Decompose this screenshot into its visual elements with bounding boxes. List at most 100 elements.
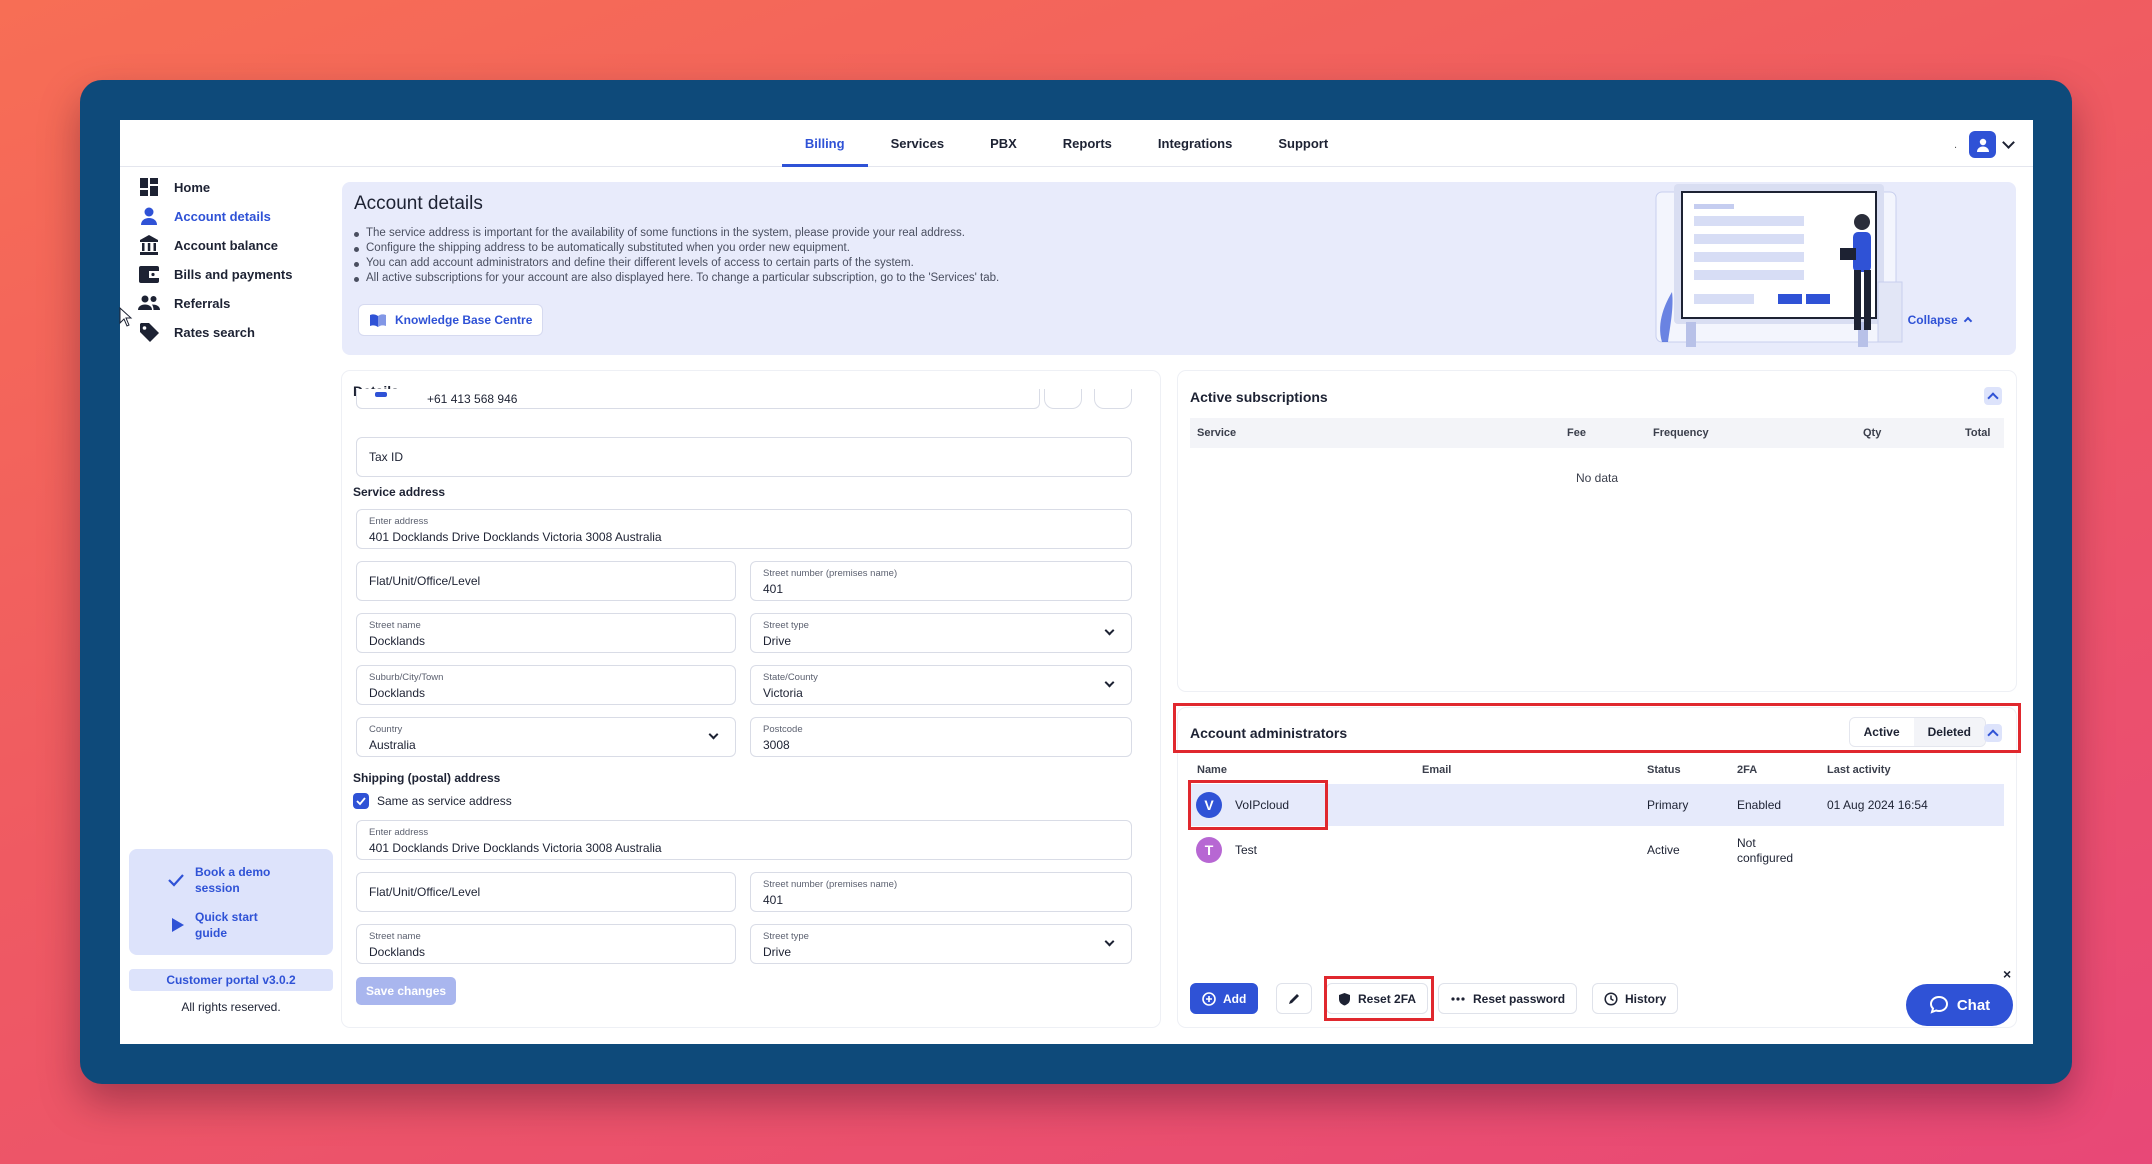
column-header: Qty <box>1863 427 1882 439</box>
column-header: Email <box>1422 764 1452 776</box>
field-label: Street name <box>369 620 421 631</box>
field-value: 3008 <box>763 738 790 752</box>
service-street-number-input[interactable]: Street number (premises name) 401 <box>750 561 1132 601</box>
phone-action-button[interactable] <box>1044 389 1082 409</box>
checkbox-checked-icon <box>353 793 369 809</box>
tab-support[interactable]: Support <box>1255 120 1351 166</box>
tab-services[interactable]: Services <box>868 120 968 166</box>
admin-status: Primary <box>1647 798 1689 812</box>
reset-2fa-button[interactable]: Reset 2FA <box>1326 983 1429 1014</box>
user-avatar-icon[interactable] <box>1969 131 1996 158</box>
user-menu[interactable]: . <box>1954 131 2015 158</box>
admin-2fa: Enabled <box>1737 798 1782 812</box>
subscriptions-card: Active subscriptions Service Fee Frequen… <box>1178 371 2016 691</box>
banner-illustration <box>1655 184 1903 347</box>
field-value: 401 <box>763 893 784 907</box>
field-value: Docklands <box>369 634 426 648</box>
tab-reports[interactable]: Reports <box>1040 120 1135 166</box>
sidebar-item-referrals[interactable]: Referrals <box>138 290 230 316</box>
admin-filter-toggle: Active Deleted <box>1848 717 1986 747</box>
subscriptions-title: Active subscriptions <box>1190 389 1328 405</box>
phone-field[interactable]: +61 413 568 946 <box>356 389 1040 409</box>
subscriptions-collapse-button[interactable] <box>1984 387 2002 405</box>
sidebar-item-account-details[interactable]: Account details <box>138 203 271 229</box>
quick-start-line-2: guide <box>195 926 227 940</box>
wallet-icon <box>139 266 159 283</box>
banner-collapse-button[interactable]: Collapse <box>1908 313 1973 327</box>
chevron-down-icon <box>1104 625 1115 636</box>
service-flat-input[interactable]: Flat/Unit/Office/Level <box>356 561 736 601</box>
service-country-select[interactable]: Country Australia <box>356 717 736 757</box>
service-postcode-input[interactable]: Postcode 3008 <box>750 717 1132 757</box>
main-tabs: Billing Services PBX Reports Integration… <box>781 120 1351 167</box>
chat-label: Chat <box>1956 996 1991 1014</box>
field-value: 401 Docklands Drive Docklands Victoria 3… <box>369 530 662 544</box>
field-value: Drive <box>763 945 792 959</box>
quick-start-guide-button[interactable]: Quick start guide <box>129 895 333 955</box>
add-admin-button[interactable]: Add <box>1190 983 1259 1014</box>
column-header: Name <box>1197 764 1227 776</box>
field-label: Street type <box>763 931 809 942</box>
tab-billing[interactable]: Billing <box>781 120 868 167</box>
field-label: Street type <box>763 620 809 631</box>
bank-icon <box>140 235 158 255</box>
column-header: Frequency <box>1653 427 1709 439</box>
chevron-down-icon[interactable] <box>2002 136 2015 149</box>
service-street-type-select[interactable]: Street type Drive <box>750 613 1132 653</box>
field-value: Drive <box>763 634 792 648</box>
same-as-service-checkbox[interactable]: Same as service address <box>353 793 512 809</box>
service-suburb-input[interactable]: Suburb/City/Town Docklands <box>356 665 736 705</box>
table-row[interactable]: V VoIPcloud Primary Enabled 01 Aug 2024 … <box>1190 784 2004 826</box>
reset-password-button[interactable]: Reset password <box>1438 983 1578 1014</box>
phone-value: +61 413 568 946 <box>427 392 518 406</box>
service-state-select[interactable]: State/County Victoria <box>750 665 1132 705</box>
tax-id-input[interactable]: Tax ID <box>356 437 1132 477</box>
top-nav: Billing Services PBX Reports Integration… <box>120 120 2033 167</box>
sidebar-item-label: Account balance <box>174 237 279 253</box>
filter-deleted-button[interactable]: Deleted <box>1913 718 1985 746</box>
field-value: Australia <box>369 738 416 752</box>
tab-integrations[interactable]: Integrations <box>1135 120 1255 166</box>
table-row[interactable]: T Test Active Not configured <box>1190 828 2004 874</box>
filter-active-button[interactable]: Active <box>1849 718 1914 746</box>
shipping-flat-input[interactable]: Flat/Unit/Office/Level <box>356 872 736 912</box>
shipping-street-type-select[interactable]: Street type Drive <box>750 924 1132 964</box>
field-placeholder: Flat/Unit/Office/Level <box>369 574 481 588</box>
knowledge-base-label: Knowledge Base Centre <box>395 313 533 327</box>
chat-close-icon[interactable]: × <box>2003 966 2011 982</box>
admin-2fa-line: configured <box>1737 851 1794 865</box>
service-address-input[interactable]: Enter address 401 Docklands Drive Dockla… <box>356 509 1132 549</box>
service-street-name-input[interactable]: Street name Docklands <box>356 613 736 653</box>
page-title: Account details <box>354 193 483 214</box>
shipping-address-input[interactable]: Enter address 401 Docklands Drive Dockla… <box>356 820 1132 860</box>
shipping-street-name-input[interactable]: Street name Docklands <box>356 924 736 964</box>
chevron-down-icon <box>1104 677 1115 688</box>
knowledge-base-button[interactable]: Knowledge Base Centre <box>358 304 544 336</box>
flag-icon <box>375 392 387 397</box>
tab-pbx[interactable]: PBX <box>967 120 1040 166</box>
sidebar-item-account-balance[interactable]: Account balance <box>138 232 278 258</box>
field-label: Enter address <box>369 516 429 527</box>
mouse-cursor-icon <box>119 307 133 327</box>
field-label: State/County <box>763 672 818 683</box>
field-value: Docklands <box>369 686 426 700</box>
field-label: Street name <box>369 931 421 942</box>
save-changes-button[interactable]: Save changes <box>356 977 457 1005</box>
administrators-collapse-button[interactable] <box>1984 724 2002 742</box>
chat-button[interactable]: Chat <box>1906 984 2013 1026</box>
sidebar-item-rates-search[interactable]: Rates search <box>138 319 255 345</box>
phone-action-button[interactable] <box>1094 389 1132 409</box>
sidebar-item-bills-and-payments[interactable]: Bills and payments <box>138 261 292 287</box>
edit-admin-button[interactable] <box>1276 983 1312 1014</box>
avatar: V <box>1196 792 1222 818</box>
field-value: 401 <box>763 582 784 596</box>
field-label: Country <box>369 724 403 735</box>
history-button[interactable]: History <box>1592 983 1679 1014</box>
play-icon <box>172 918 184 932</box>
administrators-title: Account administrators <box>1190 725 1348 741</box>
field-label: Street number (premises name) <box>763 568 898 579</box>
field-label: Postcode <box>763 724 803 735</box>
sidebar-item-home[interactable]: Home <box>138 174 210 200</box>
shipping-street-number-input[interactable]: Street number (premises name) 401 <box>750 872 1132 912</box>
admin-name: VoIPcloud <box>1235 798 1290 812</box>
